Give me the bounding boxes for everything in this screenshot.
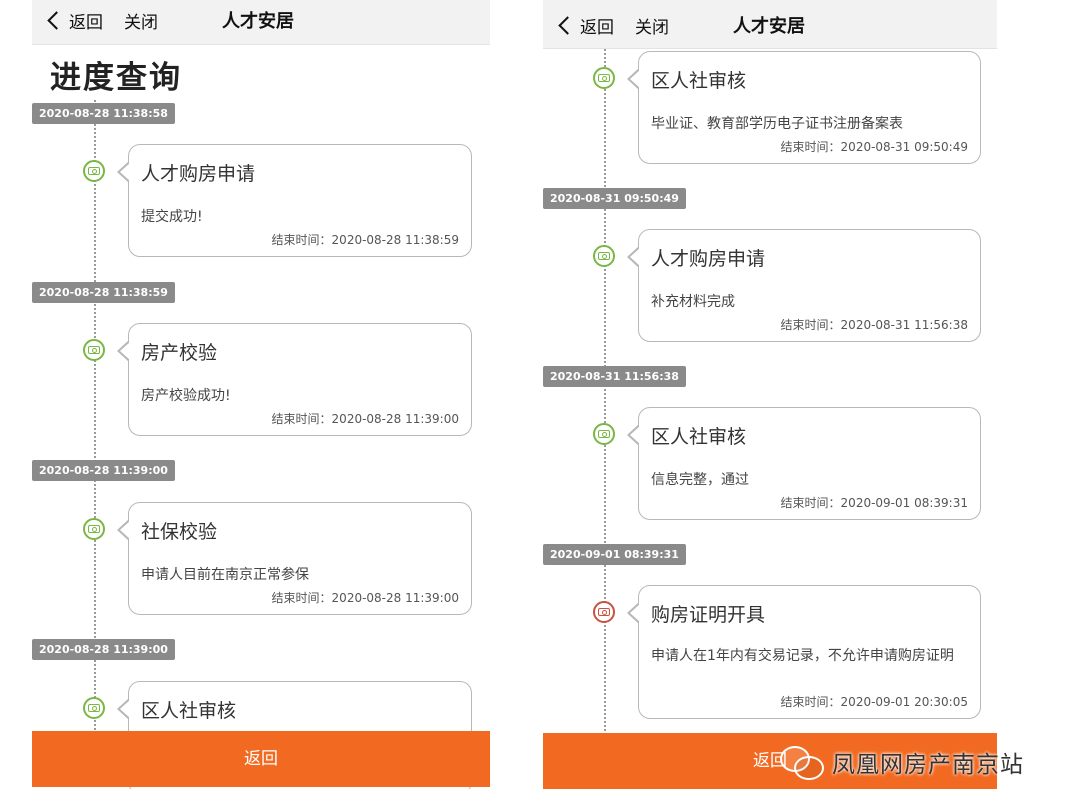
card-title: 区人社审核 (651, 70, 747, 92)
progress-card: 区人社审核 毕业证、教育部学历电子证书注册备案表 结束时间：2020-08-31… (627, 51, 981, 164)
card-title: 区人社审核 (651, 426, 747, 448)
status-ok-icon (593, 423, 615, 445)
card-description: 提交成功! (141, 209, 203, 225)
timestamp-badge: 2020-08-28 11:38:58 (32, 103, 175, 124)
timestamp-badge: 2020-09-01 08:39:31 (543, 544, 686, 565)
chevron-left-icon (47, 11, 66, 30)
right-screen: 返回 关闭 人才安居 区人社审核 毕业证、教育部学历电子证书注册备案表 结束时间… (543, 0, 997, 789)
card-end-time: 结束时间：2020-09-01 08:39:31 (780, 496, 968, 510)
nav-title: 人才安居 (733, 16, 805, 37)
status-ok-icon (593, 245, 615, 267)
timestamp-badge: 2020-08-31 11:56:38 (543, 366, 686, 387)
card-end-time: 结束时间：2020-08-31 11:56:38 (780, 318, 968, 332)
timestamp-badge: 2020-08-28 11:39:00 (32, 639, 175, 660)
back-button[interactable]: 返回 (558, 13, 614, 38)
timeline-line (94, 100, 96, 730)
card-end-time: 结束时间：2020-08-28 11:39:00 (271, 591, 459, 605)
card-title: 购房证明开具 (651, 604, 766, 626)
card-description: 补充材料完成 (651, 294, 735, 310)
status-rejected-icon (593, 601, 615, 623)
progress-card: 社保校验 申请人目前在南京正常参保 结束时间：2020-08-28 11:39:… (117, 502, 472, 615)
progress-card: 区人社审核 信息完整，通过 结束时间：2020-09-01 08:39:31 (627, 407, 981, 520)
progress-card: 人才购房申请 补充材料完成 结束时间：2020-08-31 11:56:38 (627, 229, 981, 342)
card-title: 人才购房申请 (141, 163, 256, 185)
card-title: 房产校验 (141, 342, 218, 364)
left-screen: 返回 关闭 人才安居 进度查询 2020-08-28 11:38:58 人才购房… (32, 0, 490, 789)
navbar: 返回 关闭 人才安居 (32, 0, 490, 45)
card-end-time: 结束时间：2020-08-28 11:38:59 (271, 233, 459, 247)
watermark-text: 凤凰网房产南京站 (832, 752, 1024, 778)
card-description: 毕业证、教育部学历电子证书注册备案表 (651, 116, 903, 132)
page-title: 进度查询 (50, 60, 182, 96)
back-label: 返回 (69, 13, 103, 33)
card-end-time: 结束时间：2020-09-01 20:30:05 (780, 695, 968, 709)
status-ok-icon (83, 518, 105, 540)
timeline-line (604, 49, 606, 731)
back-button[interactable]: 返回 (47, 8, 103, 33)
status-ok-icon (83, 339, 105, 361)
card-end-time: 结束时间：2020-08-28 11:39:00 (271, 412, 459, 426)
timestamp-badge: 2020-08-31 09:50:49 (543, 188, 686, 209)
close-button[interactable]: 关闭 (635, 13, 669, 38)
card-end-time: 结束时间：2020-08-31 09:50:49 (780, 140, 968, 154)
navbar: 返回 关闭 人才安居 (543, 0, 997, 49)
nav-title: 人才安居 (222, 11, 294, 32)
card-description: 申请人目前在南京正常参保 (141, 567, 309, 583)
progress-card: 购房证明开具 申请人在1年内有交易记录，不允许申请购房证明 结束时间：2020-… (627, 585, 981, 719)
wechat-icon (780, 744, 824, 780)
close-button[interactable]: 关闭 (124, 8, 158, 33)
watermark: 凤凰网房产南京站 (780, 742, 1024, 782)
chevron-left-icon (558, 16, 577, 35)
back-label: 返回 (580, 18, 614, 38)
return-button[interactable]: 返回 (32, 731, 490, 787)
timestamp-badge: 2020-08-28 11:38:59 (32, 282, 175, 303)
card-description: 信息完整，通过 (651, 472, 749, 488)
card-title: 人才购房申请 (651, 248, 766, 270)
progress-card: 房产校验 房产校验成功! 结束时间：2020-08-28 11:39:00 (117, 323, 472, 436)
status-ok-icon (83, 697, 105, 719)
timestamp-badge: 2020-08-28 11:39:00 (32, 460, 175, 481)
progress-card: 人才购房申请 提交成功! 结束时间：2020-08-28 11:38:59 (117, 144, 472, 257)
status-ok-icon (593, 67, 615, 89)
card-description: 房产校验成功! (141, 388, 231, 404)
card-title: 区人社审核 (141, 700, 237, 722)
card-description: 申请人在1年内有交易记录，不允许申请购房证明 (651, 648, 954, 664)
status-ok-icon (83, 160, 105, 182)
card-title: 社保校验 (141, 521, 218, 543)
